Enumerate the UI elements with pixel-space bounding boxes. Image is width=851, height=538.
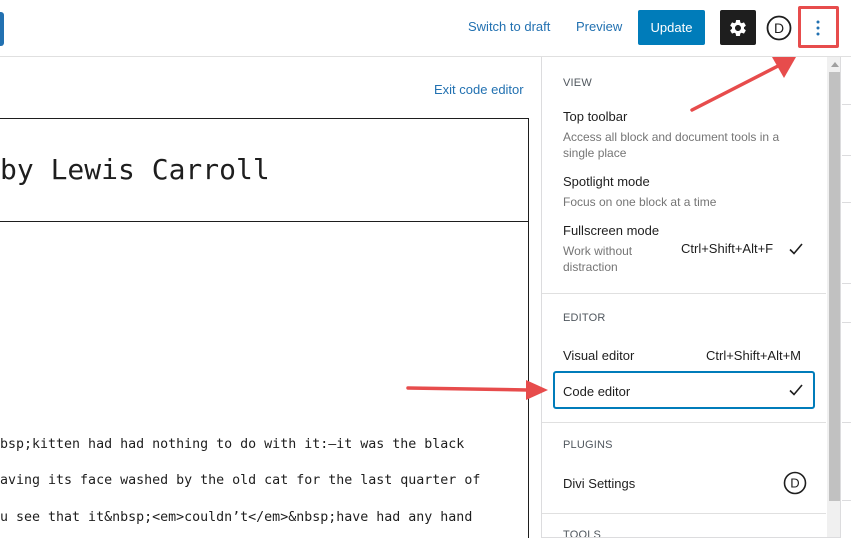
fullscreen-mode-label: Fullscreen mode [563, 223, 660, 238]
fullscreen-mode-description: Work without distraction [563, 244, 633, 274]
menu-divider [542, 513, 826, 514]
divi-logo-icon: D [783, 471, 807, 495]
options-dropdown-menu: View Top toolbar Access all block and do… [541, 57, 841, 538]
code-line: bsp;kitten had had nothing to do with it… [0, 437, 465, 452]
scroll-up-arrow-icon[interactable] [831, 62, 839, 67]
settings-button[interactable] [720, 10, 756, 45]
visual-editor-label: Visual editor [563, 348, 635, 363]
visual-editor-shortcut: Ctrl+Shift+Alt+M [706, 348, 802, 363]
background-divider [842, 500, 851, 501]
editor-header: Switch to draft Preview Update D [0, 0, 851, 57]
vertical-ellipsis-icon [816, 20, 820, 35]
divi-letter: D [790, 476, 799, 491]
update-label: Update [650, 20, 693, 35]
fullscreen-check-icon [789, 243, 803, 255]
gear-icon [730, 19, 746, 36]
background-divider [842, 283, 851, 284]
menu-scrollbar[interactable] [827, 57, 840, 537]
header-accent [0, 12, 4, 46]
top-toolbar-description: Access all block and document tools in a… [563, 130, 780, 160]
tools-section-heading: Tools [563, 529, 602, 538]
editor-section-heading: Editor [563, 312, 606, 324]
divi-settings-label: Divi Settings [563, 476, 636, 491]
post-title-text: by Lewis Carroll [0, 153, 270, 186]
spotlight-mode-label: Spotlight mode [563, 174, 650, 189]
divi-button[interactable]: D [765, 14, 793, 42]
exit-code-editor-link[interactable]: Exit code editor [434, 82, 524, 97]
code-content-area[interactable] [0, 222, 529, 538]
background-divider [842, 422, 851, 423]
switch-to-draft-button[interactable]: Switch to draft [468, 19, 550, 34]
options-menu-button[interactable] [803, 10, 833, 45]
code-editor-check-icon [789, 384, 803, 396]
divi-logo-icon: D [766, 15, 792, 41]
code-editor-label: Code editor [563, 384, 631, 399]
top-toolbar-label: Top toolbar [563, 109, 628, 124]
view-section-heading: View [563, 77, 592, 89]
preview-button[interactable]: Preview [576, 19, 622, 34]
menu-divider [542, 293, 826, 294]
background-divider [842, 322, 851, 323]
background-divider [842, 202, 851, 203]
background-divider [842, 104, 851, 105]
menu-divider [542, 422, 826, 423]
scroll-thumb[interactable] [829, 72, 840, 501]
update-button[interactable]: Update [638, 10, 705, 45]
divi-letter: D [774, 20, 784, 36]
code-line: aving its face washed by the old cat for… [0, 473, 481, 488]
background-divider [842, 155, 851, 156]
background-sidebar-edge [841, 57, 851, 538]
spotlight-mode-description: Focus on one block at a time [563, 195, 717, 209]
code-line: u see that it&nbsp;<em>couldn’t</em>&nbs… [0, 510, 473, 525]
fullscreen-shortcut: Ctrl+Shift+Alt+F [681, 241, 774, 256]
plugins-section-heading: Plugins [563, 439, 613, 451]
